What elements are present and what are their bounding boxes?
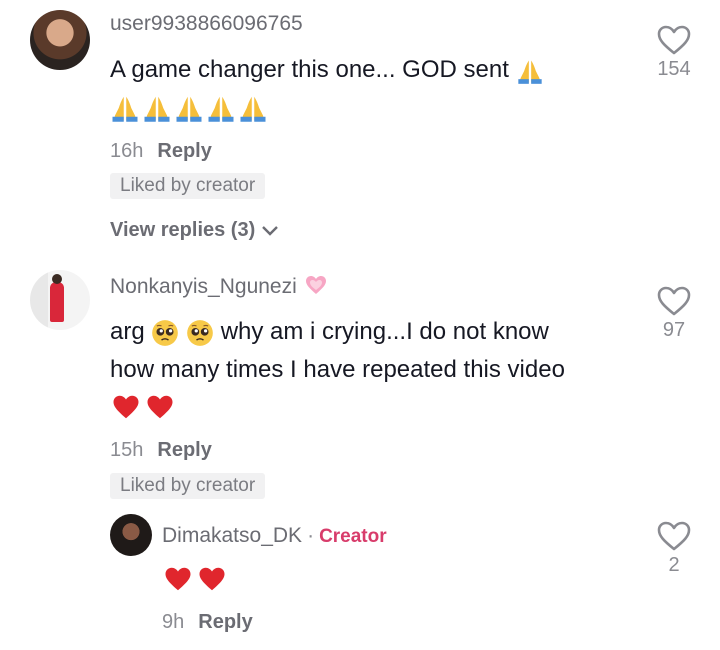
like-count: 2: [668, 554, 680, 576]
folded-hands-emoji: [142, 93, 172, 123]
like-count: 97: [662, 319, 686, 341]
avatar[interactable]: [110, 514, 152, 556]
reply-meta: 9h Reply: [162, 611, 253, 634]
comment-text-line2: how many times I have repeated this vide…: [110, 356, 565, 383]
folded-hands-emoji: [238, 93, 268, 123]
red-heart-emoji: [162, 564, 194, 594]
reply-button[interactable]: Reply: [157, 140, 211, 162]
red-heart-emoji: [110, 392, 142, 422]
reply-username-row: Dimakatso_DK · Creator: [162, 524, 387, 548]
folded-hands-emoji: [206, 93, 236, 123]
liked-by-creator-badge: Liked by creator: [110, 473, 266, 499]
like-count: 154: [657, 58, 691, 80]
red-heart-emoji: [144, 392, 176, 422]
pink-heart-emoji: [303, 273, 329, 297]
comment-text-line1: why am i crying...I do not know: [220, 318, 549, 345]
emoji-row: [110, 93, 268, 123]
red-heart-emoji: [196, 564, 228, 594]
view-replies-button[interactable]: View replies (3): [110, 219, 279, 242]
creator-tag: Creator: [319, 526, 387, 547]
liked-by-creator-badge: Liked by creator: [110, 173, 266, 199]
comment-username-text: Nonkanyis_Ngunezi: [110, 275, 297, 298]
emoji-row: [110, 392, 176, 422]
reply-button[interactable]: Reply: [157, 439, 211, 461]
folded-hands-emoji: [174, 93, 204, 123]
comment-text-body: A game changer this one... GOD sent: [110, 56, 509, 83]
reply-username[interactable]: Dimakatso_DK: [162, 524, 302, 547]
comment-username[interactable]: user9938866096765: [110, 12, 303, 36]
pleading-face-emoji: [151, 319, 179, 347]
like-button[interactable]: 154: [644, 24, 704, 81]
like-button[interactable]: 2: [644, 520, 704, 577]
heart-outline-icon: [656, 520, 692, 552]
comment-text-prefix: arg: [110, 318, 145, 345]
heart-outline-icon: [656, 24, 692, 56]
separator-dot: ·: [307, 524, 315, 547]
like-button[interactable]: 97: [644, 285, 704, 342]
comment-text: arg why am i crying...I do not know: [110, 314, 549, 350]
comment-meta: 15h Reply: [110, 439, 212, 462]
avatar-figure: [50, 282, 64, 322]
chevron-down-icon: [262, 225, 279, 236]
comment-username[interactable]: Nonkanyis_Ngunezi: [110, 275, 329, 299]
comment-meta: 16h Reply: [110, 140, 212, 163]
heart-outline-icon: [656, 285, 692, 317]
reply-time: 9h: [162, 611, 185, 633]
view-replies-label: View replies (3): [110, 219, 256, 241]
avatar[interactable]: [30, 270, 90, 330]
comment-text: A game changer this one... GOD sent: [110, 52, 544, 88]
comment-time: 16h: [110, 140, 144, 162]
emoji-row: [162, 564, 228, 594]
avatar-figure-head: [52, 274, 62, 284]
comment-time: 15h: [110, 439, 144, 461]
folded-hands-emoji: [110, 93, 140, 123]
pleading-face-emoji: [186, 319, 214, 347]
folded-hands-emoji: [516, 57, 544, 85]
avatar[interactable]: [30, 10, 90, 70]
reply-button[interactable]: Reply: [198, 611, 252, 633]
